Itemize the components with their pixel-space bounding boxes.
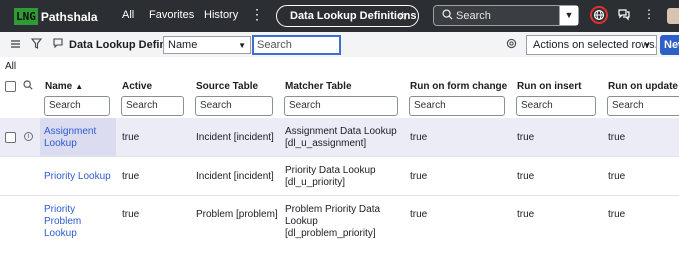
search-icon	[442, 9, 453, 20]
hamburger-menu-icon[interactable]	[10, 38, 21, 49]
filter-input-run-on-insert[interactable]: Search	[516, 96, 596, 116]
cell-run-on-insert: true	[517, 171, 535, 182]
column-header-run-on-form-change[interactable]: Run on form change	[410, 81, 507, 92]
cell-run-on-form-change: true	[410, 132, 428, 143]
cell-source-table: Incident [incident]	[196, 132, 274, 143]
new-button[interactable]: New	[660, 35, 679, 55]
list-search-input[interactable]: Search	[252, 35, 341, 55]
cell-run-on-update: true	[608, 132, 626, 143]
comment-icon[interactable]	[53, 38, 63, 48]
filter-input-source-table[interactable]: Search	[195, 96, 273, 116]
column-header-label: Name	[45, 81, 73, 92]
gear-icon[interactable]	[506, 38, 517, 49]
avatar[interactable]	[667, 8, 679, 24]
cell-run-on-form-change: true	[410, 171, 428, 182]
cell-run-on-update: true	[608, 171, 626, 182]
record-link[interactable]: Priority Problem Lookup	[44, 204, 114, 240]
breadcrumb[interactable]: All	[5, 61, 16, 72]
cell-matcher-table: Problem Priority Data Lookup [dl_problem…	[285, 204, 381, 239]
cell-source-table: Incident [incident]	[196, 171, 274, 182]
cell-run-on-update: true	[608, 209, 626, 220]
column-header-run-on-update[interactable]: Run on update	[608, 81, 678, 92]
more-menu-icon[interactable]: ⋮	[250, 6, 264, 23]
row-checkbox[interactable]	[5, 132, 16, 143]
column-header-name[interactable]: Name ▲	[45, 81, 83, 92]
cell-active: true	[122, 171, 140, 182]
search-icon[interactable]	[23, 80, 33, 90]
info-icon[interactable]: i	[24, 132, 33, 141]
global-search[interactable]: Search ▼	[433, 5, 579, 26]
current-page-pill[interactable]: Data Lookup Definitions ☆	[276, 5, 419, 27]
global-search-input[interactable]: Search	[456, 10, 491, 22]
chat-icon[interactable]	[617, 8, 631, 21]
chevron-down-icon: ▼	[643, 41, 651, 50]
column-header-matcher-table[interactable]: Matcher Table	[285, 81, 352, 92]
filter-input-matcher-table[interactable]: Search	[284, 96, 398, 116]
select-all-checkbox[interactable]	[5, 81, 16, 92]
filter-input-active[interactable]: Search	[121, 96, 184, 116]
cell-active: true	[122, 209, 140, 220]
record-link[interactable]: Priority Lookup	[44, 171, 111, 183]
cell-run-on-form-change: true	[410, 209, 428, 220]
column-header-run-on-insert[interactable]: Run on insert	[517, 81, 581, 92]
column-header-active[interactable]: Active	[122, 81, 152, 92]
logo-text: Pathshala	[40, 9, 98, 24]
filter-input-run-on-form-change[interactable]: Search	[409, 96, 505, 116]
filter-input-run-on-update[interactable]: Search	[607, 96, 679, 116]
cell-active: true	[122, 132, 140, 143]
search-field-value: Name	[168, 39, 198, 51]
logo-badge: LNG	[14, 8, 38, 25]
more-options-icon[interactable]: ⋮	[643, 7, 655, 21]
filter-input-name[interactable]: Search	[44, 96, 110, 116]
search-dropdown-icon[interactable]: ▼	[559, 6, 578, 25]
sort-ascending-icon: ▲	[75, 82, 84, 91]
search-field-select[interactable]: Name ▼	[163, 36, 251, 54]
cell-matcher-table: Assignment Data Lookup [dl_u_assignment]	[285, 126, 397, 149]
top-navigation-bar: LNG Pathshala All Favorites History ⋮ Da…	[0, 0, 679, 32]
globe-icon[interactable]	[590, 6, 608, 24]
column-header-source-table[interactable]: Source Table	[196, 81, 258, 92]
cell-run-on-insert: true	[517, 209, 535, 220]
favorite-star-icon[interactable]: ☆	[397, 6, 408, 26]
actions-select-value: Actions on selected rows...	[533, 39, 657, 51]
filter-icon[interactable]	[31, 38, 42, 49]
menu-favorites[interactable]: Favorites	[149, 9, 194, 21]
cell-run-on-insert: true	[517, 132, 535, 143]
menu-history[interactable]: History	[204, 9, 238, 21]
actions-select[interactable]: Actions on selected rows... ▼	[526, 35, 657, 55]
logo[interactable]: LNG Pathshala	[14, 8, 98, 25]
cell-source-table: Problem [problem]	[196, 209, 278, 220]
record-link[interactable]: Assignment Lookup	[44, 126, 114, 150]
menu-all[interactable]: All	[122, 9, 134, 21]
list-toolbar: Data Lookup Definitions Name ▼ Search Ac…	[0, 32, 679, 57]
cell-matcher-table: Priority Data Lookup [dl_u_priority]	[285, 165, 376, 188]
chevron-down-icon: ▼	[238, 41, 246, 50]
